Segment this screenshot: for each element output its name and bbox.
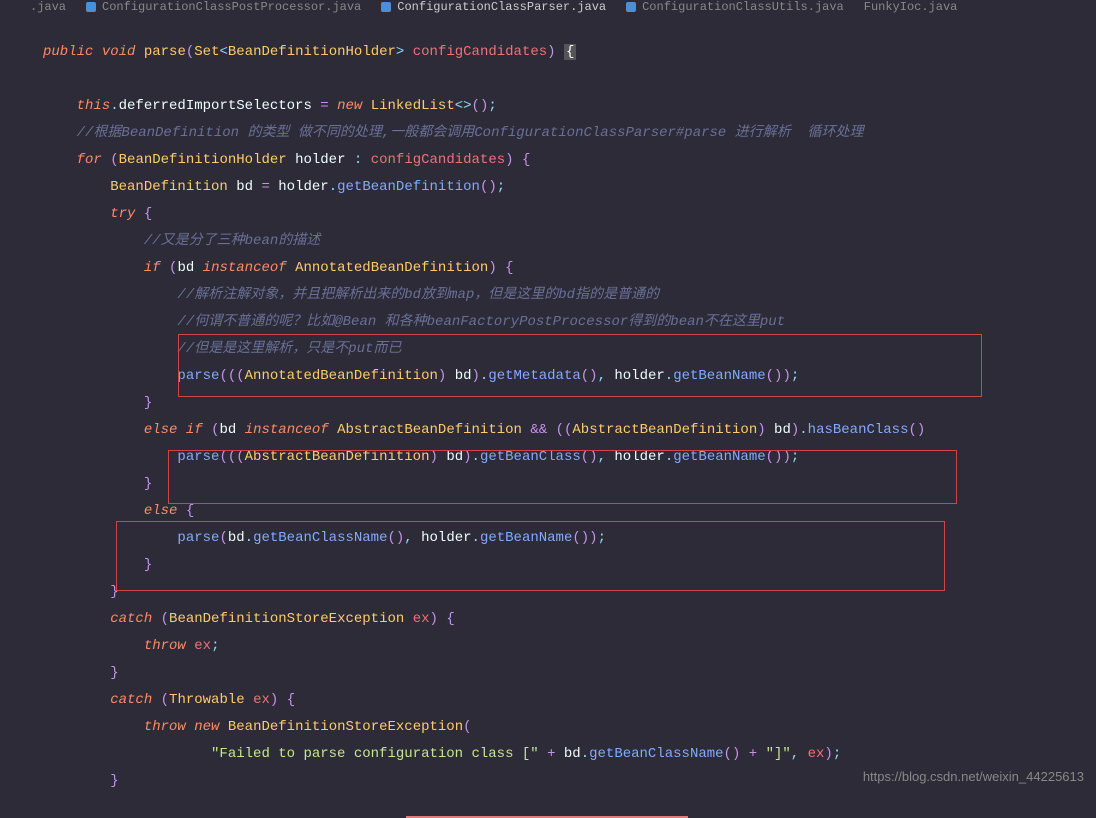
type: Set: [194, 44, 219, 60]
comment: //根据BeanDefinition 的类型 做不同的处理,一般都会调用Conf…: [77, 125, 864, 141]
keyword: void: [102, 44, 136, 60]
tab-4[interactable]: FunkyIoc.java: [864, 0, 958, 14]
paren: (: [186, 44, 194, 60]
file-icon: [626, 2, 636, 12]
tab-2[interactable]: ConfigurationClassParser.java: [381, 0, 606, 14]
tab-bar: .java ConfigurationClassPostProcessor.ja…: [0, 0, 1096, 14]
keyword: public: [43, 44, 93, 60]
type: BeanDefinitionHolder: [228, 44, 396, 60]
tab-1[interactable]: ConfigurationClassPostProcessor.java: [86, 0, 361, 14]
file-icon: [86, 2, 96, 12]
code-editor[interactable]: public void parse(Set<BeanDefinitionHold…: [0, 14, 1096, 795]
comment: //但是是这里解析，只是不put而已: [177, 341, 401, 357]
file-icon: [381, 2, 391, 12]
comment: //解析注解对象，并且把解析出来的bd放到map，但是这里的bd指的是普通的: [177, 287, 659, 303]
tab-0[interactable]: .java: [30, 0, 66, 14]
tab-3[interactable]: ConfigurationClassUtils.java: [626, 0, 844, 14]
watermark: https://blog.csdn.net/weixin_44225613: [863, 763, 1084, 790]
function-name: parse: [144, 44, 186, 60]
param: configCandidates: [413, 44, 547, 60]
comment: //何谓不普通的呢？比如@Bean 和各种beanFactoryPostProc…: [177, 314, 785, 330]
comment: //又是分了三种bean的描述: [144, 233, 320, 249]
cursor: {: [564, 44, 576, 60]
